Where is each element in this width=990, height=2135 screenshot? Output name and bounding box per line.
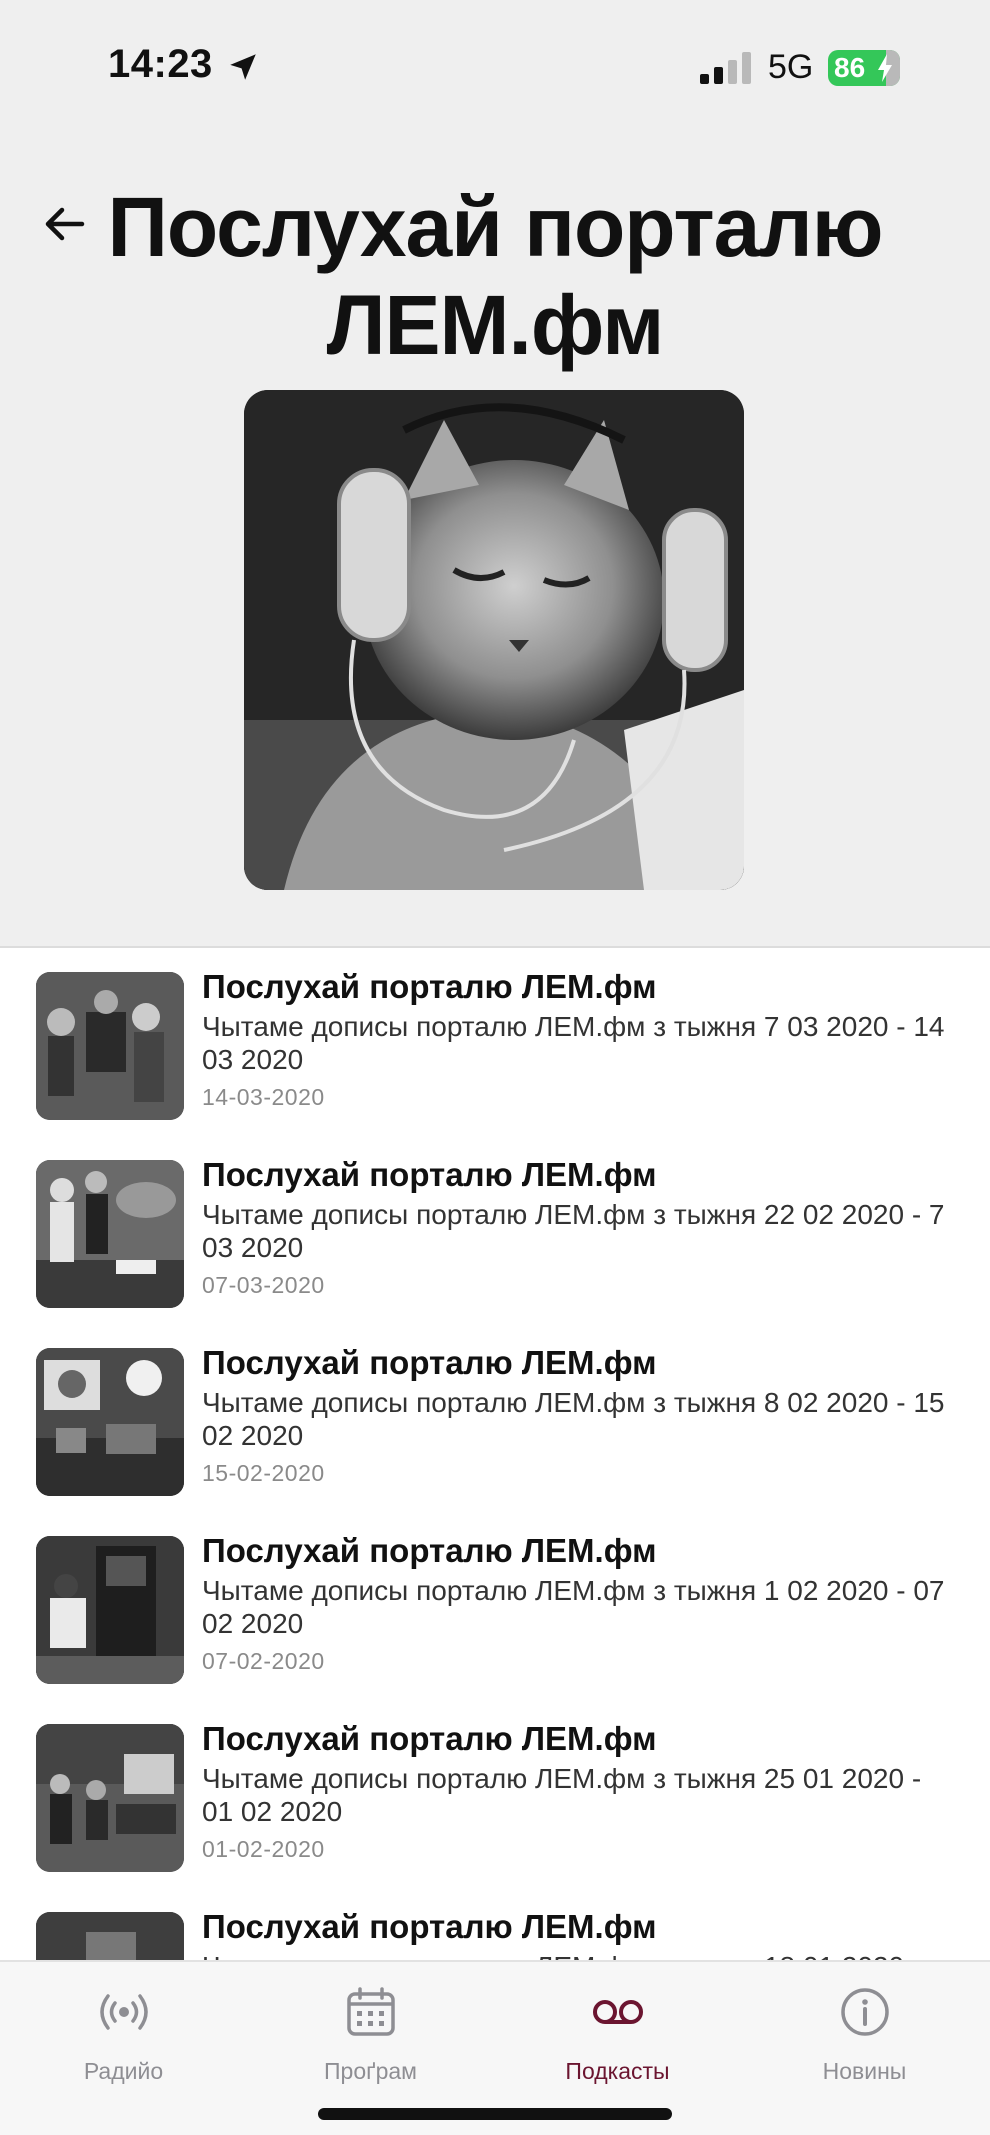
list-item[interactable]: Послухай порталю ЛЕМ.фм Чытаме дописы по… xyxy=(0,950,990,1138)
episode-description: Чытаме дописы порталю ЛЕМ.фм з тыжня 18 … xyxy=(202,1950,954,1960)
podcast-header: 14:23 5G 86 Послухай порталю ЛЕМ.фм xyxy=(0,0,990,948)
battery-level: 86 xyxy=(834,52,866,83)
list-item[interactable]: Послухай порталю ЛЕМ.фм Чытаме дописы по… xyxy=(0,1138,990,1326)
episode-thumbnail xyxy=(36,1536,184,1684)
signal-strength-icon xyxy=(700,52,751,84)
list-item[interactable]: Послухай порталю ЛЕМ.фм Чытаме дописы по… xyxy=(0,1890,990,1960)
status-time: 14:23 xyxy=(108,42,213,86)
episode-title: Послухай порталю ЛЕМ.фм xyxy=(202,1156,657,1193)
episode-date: 01-02-2020 xyxy=(202,1836,325,1862)
tab-news[interactable]: Новины xyxy=(741,1972,988,2092)
episode-thumbnail xyxy=(36,1912,184,1960)
episode-title: Послухай порталю ЛЕМ.фм xyxy=(202,968,657,1005)
episode-date: 14-03-2020 xyxy=(202,1084,325,1110)
episode-description: Чытаме дописы порталю ЛЕМ.фм з тыжня 25 … xyxy=(202,1763,922,1827)
podcast-cover-image xyxy=(244,390,744,890)
episode-title: Послухай порталю ЛЕМ.фм xyxy=(202,1344,657,1381)
tab-podcasts[interactable]: Подкасты xyxy=(494,1972,741,2092)
episode-thumbnail xyxy=(36,1160,184,1308)
home-indicator[interactable] xyxy=(318,2108,672,2120)
episode-date: 07-02-2020 xyxy=(202,1648,325,1674)
tab-label: Проґрам xyxy=(324,2058,417,2084)
back-arrow-icon[interactable] xyxy=(40,200,88,248)
episode-thumbnail xyxy=(36,972,184,1120)
tab-radio[interactable]: Радийо xyxy=(0,1972,247,2092)
tab-program[interactable]: Проґрам xyxy=(247,1972,494,2092)
episode-thumbnail xyxy=(36,1348,184,1496)
tab-label: Радийо xyxy=(83,2058,164,2084)
tab-label: Новины xyxy=(822,2058,907,2084)
episode-date: 07-03-2020 xyxy=(202,1272,325,1298)
episode-description: Чытаме дописы порталю ЛЕМ.фм з тыжня 7 0… xyxy=(202,1011,945,1075)
tab-label: Подкасты xyxy=(565,2058,670,2084)
status-bar: 14:23 5G 86 xyxy=(0,0,990,130)
episode-thumbnail xyxy=(36,1724,184,1872)
episode-title: Послухай порталю ЛЕМ.фм xyxy=(202,1720,657,1757)
radio-broadcast-icon xyxy=(100,1994,148,2030)
episode-description: Чытаме дописы порталю ЛЕМ.фм з тыжня 1 0… xyxy=(202,1575,945,1639)
voicemail-icon xyxy=(593,2000,643,2024)
episode-list[interactable]: Послухай порталю ЛЕМ.фм Чытаме дописы по… xyxy=(0,950,990,1960)
list-item[interactable]: Послухай порталю ЛЕМ.фм Чытаме дописы по… xyxy=(0,1326,990,1514)
network-type: 5G xyxy=(768,48,814,86)
location-arrow-icon xyxy=(230,54,256,80)
episode-date: 15-02-2020 xyxy=(202,1460,325,1486)
calendar-icon xyxy=(347,1987,395,2036)
page-title: Послухай порталю ЛЕМ.фм xyxy=(107,180,884,372)
episode-title: Послухай порталю ЛЕМ.фм xyxy=(202,1532,657,1569)
episode-description: Чытаме дописы порталю ЛЕМ.фм з тыжня 22 … xyxy=(202,1199,945,1263)
episode-title: Послухай порталю ЛЕМ.фм xyxy=(202,1908,657,1945)
battery-indicator: 86 xyxy=(828,50,900,86)
episode-description: Чытаме дописы порталю ЛЕМ.фм з тыжня 8 0… xyxy=(202,1387,945,1451)
info-icon xyxy=(841,1988,889,2036)
charging-bolt-icon xyxy=(878,54,892,82)
list-item[interactable]: Послухай порталю ЛЕМ.фм Чытаме дописы по… xyxy=(0,1514,990,1702)
list-item[interactable]: Послухай порталю ЛЕМ.фм Чытаме дописы по… xyxy=(0,1702,990,1890)
